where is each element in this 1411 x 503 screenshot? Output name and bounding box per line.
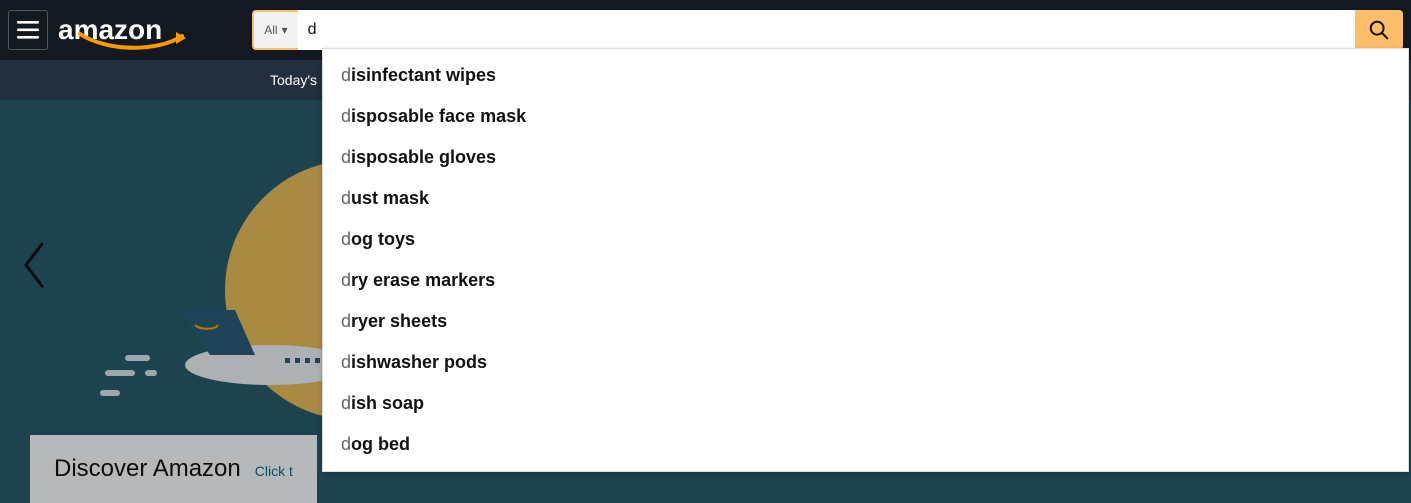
search-icon: [1368, 19, 1390, 41]
search-category-dropdown[interactable]: All ▾: [252, 10, 297, 50]
suggestion-prefix: d: [341, 106, 351, 126]
search-input[interactable]: [298, 10, 1355, 50]
suggestion-rest: og bed: [351, 434, 410, 454]
suggestion-prefix: d: [341, 393, 351, 413]
smile-icon: [78, 32, 188, 52]
menu-button[interactable]: [8, 10, 48, 50]
search-button[interactable]: [1355, 10, 1403, 50]
suggestion-rest: isposable face mask: [351, 106, 526, 126]
suggestion-rest: ryer sheets: [351, 311, 447, 331]
suggestion-rest: ishwasher pods: [351, 352, 487, 372]
search-suggestions-dropdown: disinfectant wipesdisposable face maskdi…: [322, 48, 1409, 472]
suggestion-item[interactable]: dryer sheets: [323, 301, 1408, 342]
suggestion-item[interactable]: dry erase markers: [323, 260, 1408, 301]
suggestion-rest: og toys: [351, 229, 415, 249]
suggestion-rest: ry erase markers: [351, 270, 495, 290]
search-bar: All ▾: [252, 10, 1403, 50]
amazon-logo[interactable]: amazon: [58, 16, 162, 44]
suggestion-rest: isinfectant wipes: [351, 65, 496, 85]
suggestion-prefix: d: [341, 434, 351, 454]
suggestion-rest: ish soap: [351, 393, 424, 413]
suggestion-rest: ust mask: [351, 188, 429, 208]
suggestion-rest: isposable gloves: [351, 147, 496, 167]
hamburger-icon: [17, 21, 39, 39]
suggestion-prefix: d: [341, 311, 351, 331]
suggestion-prefix: d: [341, 65, 351, 85]
suggestion-prefix: d: [341, 229, 351, 249]
suggestion-item[interactable]: dog bed: [323, 424, 1408, 465]
suggestion-prefix: d: [341, 352, 351, 372]
suggestion-item[interactable]: disposable face mask: [323, 96, 1408, 137]
suggestion-item[interactable]: dog toys: [323, 219, 1408, 260]
search-category-label: All: [264, 23, 277, 37]
subnav-item-todays-deals[interactable]: Today's: [270, 72, 317, 88]
suggestion-prefix: d: [341, 147, 351, 167]
suggestion-item[interactable]: dust mask: [323, 178, 1408, 219]
caret-down-icon: ▾: [282, 23, 288, 37]
suggestion-item[interactable]: dish soap: [323, 383, 1408, 424]
suggestion-prefix: d: [341, 188, 351, 208]
suggestion-item[interactable]: disposable gloves: [323, 137, 1408, 178]
suggestion-item[interactable]: disinfectant wipes: [323, 55, 1408, 96]
suggestion-item[interactable]: dishwasher pods: [323, 342, 1408, 383]
suggestion-prefix: d: [341, 270, 351, 290]
